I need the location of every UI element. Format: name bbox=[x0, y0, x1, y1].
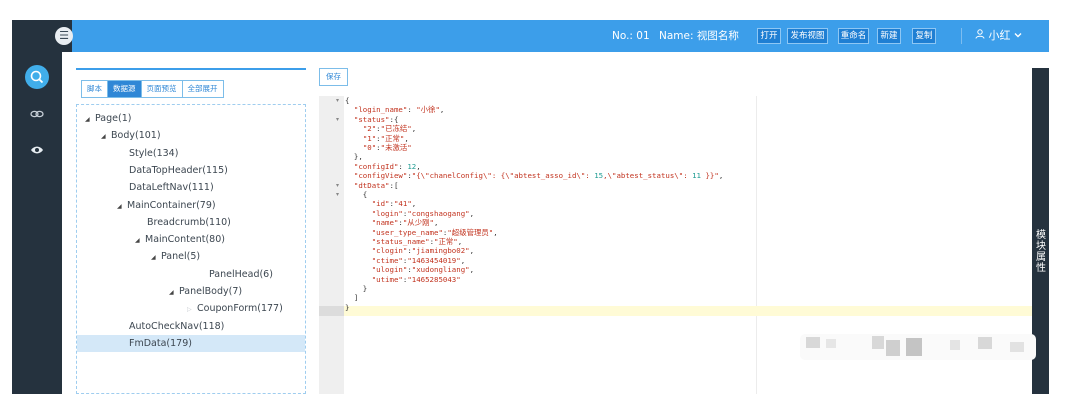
code-line: { bbox=[345, 96, 350, 105]
fold-toggle-icon[interactable]: ▾ bbox=[336, 182, 339, 189]
tree-node-label: AutoCheckNav(118) bbox=[129, 320, 225, 332]
code-line: }, bbox=[345, 152, 363, 162]
rename-button[interactable]: 重命名 bbox=[838, 28, 869, 44]
code-line: "status_name":"正常", bbox=[371, 237, 463, 246]
tree-node[interactable]: ◢ MainContent(80) bbox=[77, 231, 305, 248]
caret-expanded-icon[interactable]: ◢ bbox=[169, 284, 179, 301]
chevron-down-icon bbox=[1014, 29, 1022, 42]
structure-panel: 脚本 数据源 页面预览 全部展开 ◢ Page(1) ◢ Body(101) Style… bbox=[76, 68, 306, 394]
user-menu[interactable]: 小红 bbox=[975, 28, 1022, 44]
code-line: "1":"正常", bbox=[362, 133, 409, 143]
caret-expanded-icon[interactable]: ◢ bbox=[85, 111, 95, 128]
tree-node-label: MainContent(80) bbox=[145, 234, 225, 246]
print-margin bbox=[756, 96, 757, 394]
open-button[interactable]: 打开 bbox=[757, 28, 781, 44]
code-line: } bbox=[345, 284, 368, 293]
copy-button[interactable]: 复制 bbox=[912, 28, 936, 44]
tree-node[interactable]: ▷ CouponForm(177) bbox=[77, 300, 305, 317]
tree-node[interactable]: ◢ Panel(5) bbox=[77, 248, 305, 265]
tree-node-label: Style(134) bbox=[129, 147, 179, 159]
tree-node-label: CouponForm(177) bbox=[197, 303, 283, 315]
active-line-highlight bbox=[344, 306, 1032, 316]
tab-expand-all[interactable]: 全部展开 bbox=[183, 81, 223, 97]
nav-item-eye[interactable] bbox=[12, 140, 62, 176]
tree-node[interactable]: ◢ Body(101) bbox=[77, 127, 305, 144]
code-line: { bbox=[345, 190, 368, 199]
tree-node[interactable]: PanelHead(6) bbox=[77, 266, 305, 283]
tree-node-label: Breadcrumb(110) bbox=[147, 216, 231, 228]
tree-node[interactable]: DataTopHeader(115) bbox=[77, 162, 305, 179]
view-number: No.: 01 bbox=[612, 30, 650, 42]
panel-tabs: 脚本 数据源 页面预览 全部展开 bbox=[81, 80, 224, 98]
component-tree: ◢ Page(1) ◢ Body(101) Style(134) DataTopHeade… bbox=[76, 104, 306, 394]
tree-node-label: PanelBody(7) bbox=[179, 286, 243, 297]
code-line: "id":"41", bbox=[371, 199, 417, 209]
tree-node-label: Page(1) bbox=[95, 113, 132, 124]
search-icon bbox=[25, 65, 49, 89]
code-line: "name":"从少刚", bbox=[371, 218, 439, 228]
code-line: "dtData":[ bbox=[353, 180, 399, 190]
code-line: "user_type_name":"超级管理员", bbox=[371, 227, 498, 237]
code-line: "login_name": "小徐", bbox=[353, 105, 445, 115]
user-icon bbox=[975, 29, 985, 42]
tree-node-label: PanelHead(6) bbox=[209, 268, 273, 280]
menu-icon[interactable]: ☰ bbox=[55, 27, 73, 45]
code-line: } bbox=[345, 302, 350, 312]
code-line: "status":{ bbox=[353, 114, 399, 124]
publish-view-button[interactable]: 发布视图 bbox=[787, 28, 828, 44]
nav-item-search[interactable] bbox=[12, 62, 62, 98]
tree-node-label: DataTopHeader(115) bbox=[129, 164, 228, 176]
code-line: "ulogin":"xudongliang", bbox=[371, 265, 475, 275]
panel-top-border bbox=[76, 68, 306, 70]
caret-expanded-icon[interactable]: ◢ bbox=[151, 249, 161, 266]
editor-gutter bbox=[319, 96, 344, 394]
code-line: "login":"congshaogang", bbox=[371, 208, 475, 218]
tree-node-label: DataLeftNav(111) bbox=[129, 182, 214, 194]
app-window: ☰ No.: 01 Name: 视图名称 打开 发布视图 重命名 新建 复制 小… bbox=[0, 0, 1080, 412]
tree-node[interactable]: Style(134) bbox=[77, 145, 305, 162]
fold-toggle-icon[interactable]: ▾ bbox=[336, 191, 339, 198]
header-divider bbox=[961, 28, 962, 44]
link-icon bbox=[30, 104, 44, 123]
tree-node-label: Body(101) bbox=[111, 130, 161, 142]
fold-toggle-icon[interactable]: ▾ bbox=[336, 116, 339, 123]
tree-node[interactable]: DataLeftNav(111) bbox=[77, 179, 305, 196]
view-name: Name: 视图名称 bbox=[659, 30, 739, 42]
caret-expanded-icon[interactable]: ◢ bbox=[101, 128, 111, 145]
code-line: "utime":"1465285043" bbox=[371, 274, 461, 284]
save-button[interactable]: 保存 bbox=[319, 68, 348, 86]
module-properties-label[interactable]: 模块属性 bbox=[1034, 230, 1048, 274]
tree-node[interactable]: AutoCheckNav(118) bbox=[77, 318, 305, 335]
tree-node[interactable]: ◢ PanelBody(7) bbox=[77, 283, 305, 300]
new-button[interactable]: 新建 bbox=[877, 28, 901, 44]
code-line: "ctime":"1463454019", bbox=[371, 255, 466, 265]
code-line: "configView":"{\"chanelConfig\": {\"abte… bbox=[353, 171, 724, 181]
code-line: "configId": 12, bbox=[353, 161, 421, 171]
tree-node-label: MainContainer(79) bbox=[127, 199, 216, 211]
tree-node-label: FmData(179) bbox=[129, 337, 192, 349]
code-line: "0":"未激活" bbox=[362, 143, 412, 152]
user-name: 小红 bbox=[988, 29, 1011, 42]
caret-collapsed-icon[interactable]: ▷ bbox=[187, 301, 197, 318]
tree-node[interactable]: FmData(179) bbox=[77, 334, 305, 352]
fold-toggle-icon[interactable]: ▾ bbox=[336, 97, 339, 104]
code-line: "2":"已冻结", bbox=[362, 124, 417, 134]
tree-node[interactable]: Breadcrumb(110) bbox=[77, 214, 305, 231]
nav-item-link[interactable] bbox=[12, 104, 62, 140]
active-line-gutter bbox=[319, 306, 344, 316]
caret-expanded-icon[interactable]: ◢ bbox=[135, 232, 145, 249]
eye-icon bbox=[30, 140, 44, 159]
tree-node[interactable]: ◢ Page(1) bbox=[77, 110, 305, 127]
caret-expanded-icon[interactable]: ◢ bbox=[117, 198, 127, 215]
code-line: ] bbox=[345, 293, 359, 303]
code-line: "clogin":"jiamingbo02", bbox=[371, 246, 475, 256]
tree-node-label: Panel(5) bbox=[161, 251, 201, 263]
tab-script[interactable]: 脚本 bbox=[82, 81, 108, 97]
tab-page-preview[interactable]: 页面预览 bbox=[142, 81, 183, 97]
tree-node[interactable]: ◢ MainContainer(79) bbox=[77, 197, 305, 214]
tab-datasource[interactable]: 数据源 bbox=[108, 81, 142, 97]
blurred-watermark bbox=[800, 334, 1036, 360]
